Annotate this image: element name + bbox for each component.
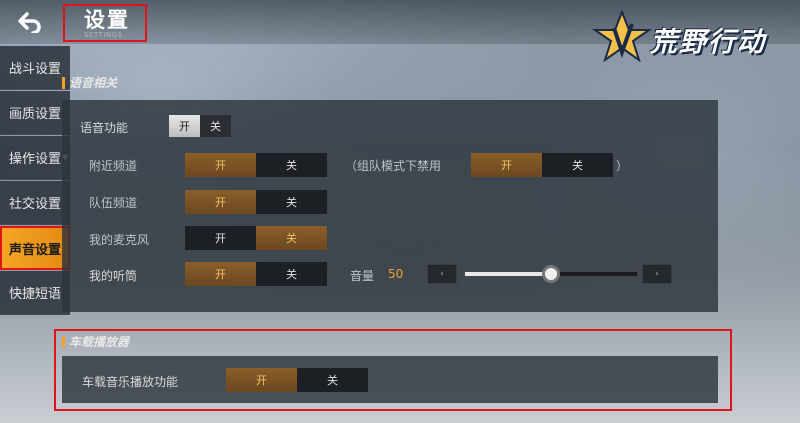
voice-function-label: 语音功能	[80, 121, 129, 135]
voice-function-toggle[interactable]: 开 关	[169, 115, 231, 137]
toggle-off[interactable]: 关	[256, 262, 327, 286]
volume-decrease-button[interactable]: ‹	[427, 264, 457, 284]
toggle-off[interactable]: 关	[256, 190, 327, 214]
volume-slider-knob[interactable]	[542, 265, 560, 283]
toggle-off[interactable]: 关	[256, 153, 327, 177]
sidebar-item-label: 战斗设置	[9, 62, 62, 77]
volume-slider[interactable]	[464, 265, 638, 283]
section-marker	[62, 76, 65, 89]
my-mic-toggle[interactable]: 开 关	[185, 226, 327, 250]
toggle-off[interactable]: 关	[297, 368, 368, 392]
sidebar-item-label: 快捷短语	[9, 287, 62, 302]
voice-section-header: 语音相关	[62, 74, 117, 91]
team-mode-note-close: ）	[616, 159, 629, 173]
toggle-on[interactable]: 开	[185, 190, 256, 214]
toggle-on[interactable]: 开	[185, 262, 256, 286]
team-channel-toggle[interactable]: 开 关	[185, 190, 327, 214]
my-earpiece-label: 我的听筒	[89, 269, 138, 283]
sidebar-item-label: 声音设置	[9, 242, 62, 258]
voice-section-title: 语音相关	[69, 76, 118, 90]
section-marker	[62, 335, 65, 348]
team-mode-toggle[interactable]: 开 关	[471, 153, 613, 177]
sidebar-item-battle[interactable]: 战斗设置	[0, 46, 70, 90]
car-player-panel: 车载音乐播放功能 开 关	[62, 356, 718, 403]
sidebar-item-sound[interactable]: 声音设置	[0, 226, 70, 270]
volume-slider-fill	[465, 272, 551, 276]
toggle-on[interactable]: 开	[471, 153, 542, 177]
toggle-on[interactable]: 开	[226, 368, 297, 392]
toggle-on[interactable]: 开	[185, 153, 256, 177]
sidebar-item-graphics[interactable]: 画质设置	[0, 91, 70, 135]
logo-text: 荒野行动	[650, 27, 766, 58]
car-music-label: 车载音乐播放功能	[82, 375, 179, 389]
star-logo-icon	[592, 10, 652, 62]
my-earpiece-toggle[interactable]: 开 关	[185, 262, 327, 286]
my-mic-label: 我的麦克风	[89, 233, 150, 247]
page-subtitle: SETTINGS	[84, 31, 123, 39]
volume-increase-button[interactable]: ›	[642, 264, 672, 284]
page-title-box: 设置 SETTINGS	[63, 4, 147, 42]
team-channel-label: 队伍频道	[89, 196, 138, 210]
sidebar-item-label: 画质设置	[9, 107, 62, 122]
back-arrow-icon	[18, 12, 41, 33]
car-section-header: 车载播放器	[62, 333, 129, 350]
car-music-toggle[interactable]: 开 关	[226, 368, 368, 392]
sidebar-item-controls[interactable]: 操作设置 ▼	[0, 136, 70, 180]
voice-settings-panel: 语音功能 开 关 附近频道 开 关 （组队模式下禁用 开 关 ） 队伍频道 开 …	[62, 100, 718, 312]
chevron-right-icon: ›	[655, 269, 659, 279]
nearby-channel-toggle[interactable]: 开 关	[185, 153, 327, 177]
volume-label: 音量	[350, 269, 375, 283]
sidebar-item-quick-phrases[interactable]: 快捷短语	[0, 271, 70, 315]
chevron-left-icon: ‹	[440, 269, 444, 279]
toggle-off[interactable]: 关	[256, 226, 327, 250]
back-button[interactable]	[8, 6, 52, 38]
toggle-on[interactable]: 开	[169, 115, 200, 137]
sidebar-item-label: 操作设置	[9, 152, 62, 167]
toggle-on[interactable]: 开	[185, 226, 256, 250]
page-title: 设置	[84, 8, 130, 32]
toggle-off[interactable]: 关	[542, 153, 613, 177]
car-section-title: 车载播放器	[69, 335, 130, 349]
sidebar-item-label: 社交设置	[9, 197, 62, 212]
toggle-off[interactable]: 关	[200, 115, 231, 137]
game-logo: 荒野行动	[592, 10, 792, 62]
nearby-channel-label: 附近频道	[89, 159, 138, 173]
team-mode-note: （组队模式下禁用	[345, 159, 442, 173]
sidebar-item-social[interactable]: 社交设置	[0, 181, 70, 225]
volume-value: 50	[388, 267, 404, 281]
